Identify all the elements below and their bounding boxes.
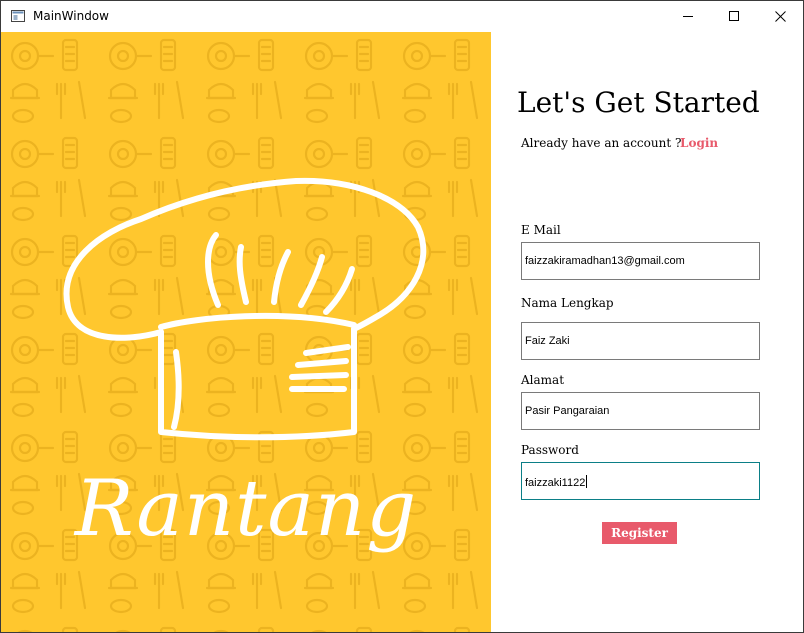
name-label: Nama Lengkap (521, 296, 614, 310)
brand-name: Rantang (74, 464, 418, 554)
text-caret (586, 475, 588, 488)
register-button[interactable]: Register (602, 522, 677, 544)
address-label: Alamat (521, 373, 565, 387)
address-value: Pasir Pangaraian (525, 405, 610, 417)
maximize-icon (728, 11, 739, 21)
password-field[interactable]: faizzaki1122 (521, 462, 760, 500)
minimize-icon (682, 16, 693, 17)
brand-panel: Rantang (1, 32, 491, 632)
have-account-text: Already have an account ? (521, 136, 682, 150)
password-value: faizzaki1122 (525, 477, 586, 489)
chef-hat-icon (63, 177, 427, 441)
close-icon (774, 11, 786, 22)
password-value-wrap: faizzaki1122 (525, 475, 588, 489)
email-field[interactable]: faizzakiramadhan13@gmail.com (521, 242, 760, 280)
register-panel: Let's Get Started Already have an accoun… (491, 32, 803, 632)
page-title: Let's Get Started (517, 86, 760, 119)
window-title: MainWindow (33, 9, 109, 23)
close-button[interactable] (757, 1, 803, 32)
main-window: MainWindow Rantang Let's Get Started Alr… (0, 0, 804, 633)
name-value: Faiz Zaki (525, 335, 570, 347)
title-bar[interactable]: MainWindow (1, 1, 803, 32)
address-field[interactable]: Pasir Pangaraian (521, 392, 760, 430)
login-link[interactable]: Login (680, 136, 718, 150)
password-label: Password (521, 443, 579, 457)
app-icon (11, 10, 25, 22)
name-field[interactable]: Faiz Zaki (521, 322, 760, 360)
email-label: E Mail (521, 223, 561, 237)
maximize-button[interactable] (711, 1, 757, 32)
email-value: faizzakiramadhan13@gmail.com (525, 255, 685, 267)
minimize-button[interactable] (665, 1, 711, 32)
